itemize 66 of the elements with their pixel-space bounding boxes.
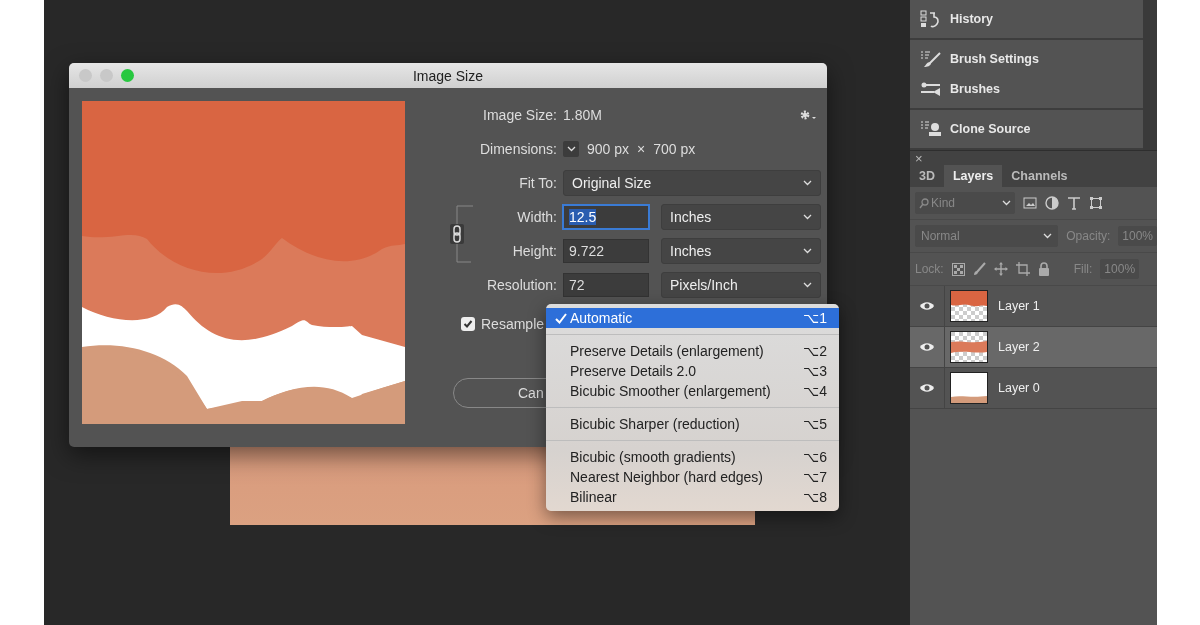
unit-dropdown[interactable]: Inches: [661, 204, 821, 230]
menu-item[interactable]: Bicubic (smooth gradients) ⌥6: [546, 447, 839, 467]
field-label: Height:: [512, 243, 557, 259]
field-label: Dimensions:: [479, 141, 557, 157]
chevron-icon: [1043, 233, 1053, 239]
eye-icon[interactable]: [919, 301, 935, 311]
chevron-icon: [1002, 200, 1011, 206]
layer-thumbnail: [950, 290, 988, 322]
eye-icon[interactable]: [919, 342, 935, 352]
panel-item[interactable]: Brush Settings: [910, 44, 1143, 74]
image-size-value: 1.80M: [563, 107, 603, 123]
resample-checkbox[interactable]: [461, 317, 475, 331]
chevron-icon: [803, 180, 812, 186]
eye-icon[interactable]: [919, 383, 935, 393]
dimensions-height: 700 px: [653, 141, 696, 157]
dimensions-toggle[interactable]: [563, 141, 579, 157]
chevron-icon: [803, 214, 812, 220]
menu-item[interactable]: Preserve Details (enlargement) ⌥2: [546, 341, 839, 361]
checkmark-icon: [555, 312, 567, 324]
adjustment-filter-icon[interactable]: [1045, 196, 1059, 210]
constrain-link-icon[interactable]: [449, 204, 475, 264]
multiply-sign: ×: [637, 141, 646, 157]
crop-icon[interactable]: [1015, 262, 1030, 276]
menu-item[interactable]: Preserve Details 2.0 ⌥3: [546, 361, 839, 381]
history-icon: [920, 10, 942, 28]
chevron-icon: [803, 282, 812, 288]
size-input[interactable]: 9.722: [563, 239, 649, 263]
search-icon: [919, 197, 929, 209]
size-input[interactable]: 12.5: [563, 205, 649, 229]
clone-source-icon: [920, 120, 942, 138]
size-input[interactable]: 72: [563, 273, 649, 297]
unit-dropdown[interactable]: Pixels/Inch: [661, 272, 821, 298]
unit-dropdown[interactable]: Inches: [661, 238, 821, 264]
menu-item[interactable]: Bilinear ⌥8: [546, 487, 839, 507]
panel-tab[interactable]: 3D: [910, 165, 944, 187]
menu-item[interactable]: Nearest Neighbor (hard edges) ⌥7: [546, 467, 839, 487]
close-icon[interactable]: ×: [915, 150, 923, 166]
dimensions-width: 900 px: [587, 141, 630, 157]
checker-icon[interactable]: [951, 262, 965, 276]
field-label: Resolution:: [486, 277, 557, 293]
lock-icon[interactable]: [1037, 262, 1050, 276]
field-label: Width:: [517, 209, 557, 225]
brushes-icon: [920, 80, 942, 98]
field-label: Image Size:: [483, 107, 557, 123]
panel-tab[interactable]: Layers: [944, 165, 1003, 187]
window-title: Image Size: [412, 67, 483, 84]
image-filter-icon[interactable]: [1023, 197, 1037, 209]
fit-to-dropdown[interactable]: Original Size: [563, 170, 821, 196]
layer-row[interactable]: Layer 2: [910, 327, 1157, 368]
brush-settings-icon: [920, 50, 942, 68]
chevron-icon: [566, 146, 576, 152]
layer-thumbnail: [950, 372, 988, 404]
chevron-icon: [803, 248, 812, 254]
field-label: Fit To:: [519, 175, 557, 191]
menu-item[interactable]: Bicubic Sharper (reduction) ⌥5: [546, 414, 839, 434]
type-filter-icon[interactable]: [1067, 196, 1081, 210]
settings-icon[interactable]: [799, 109, 817, 121]
layer-row[interactable]: Layer 0: [910, 368, 1157, 409]
resample-label: Resample: [481, 316, 545, 332]
move-icon[interactable]: [993, 262, 1008, 276]
brush-icon[interactable]: [972, 262, 986, 276]
layer-thumbnail: [950, 331, 988, 363]
shape-filter-icon[interactable]: [1089, 196, 1103, 210]
panel-item[interactable]: Brushes: [910, 74, 1143, 104]
menu-item[interactable]: Automatic ⌥1: [546, 308, 839, 328]
panel-tab[interactable]: Channels: [1002, 165, 1077, 187]
